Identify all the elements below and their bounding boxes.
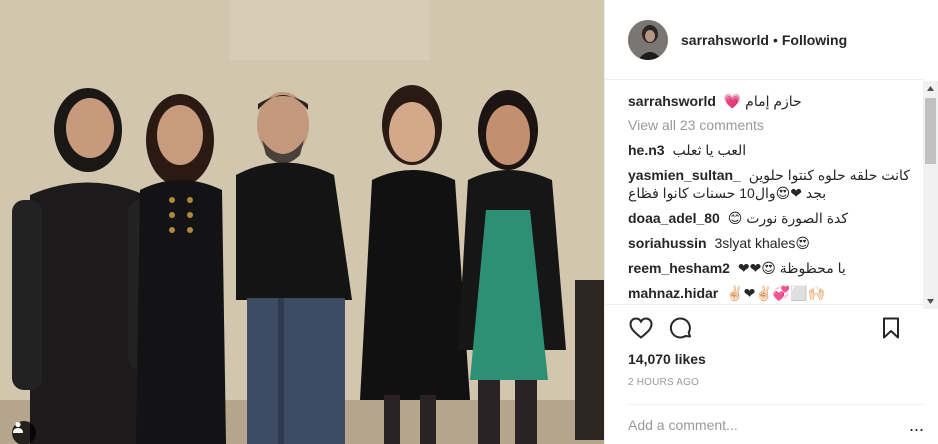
save-button[interactable] <box>878 315 904 341</box>
comment-item: yasmien_sultan_ كانت حلقه حلوه كنتوا حلو… <box>628 166 914 202</box>
comment-text: ✌🏻❤✌🏻💞⬜🙌🏻 <box>726 285 826 302</box>
instagram-post: sarrahsworld • Following sarrahsworld حازم… <box>0 0 938 444</box>
bookmark-icon <box>883 317 899 339</box>
add-comment-bar: ... <box>628 404 924 444</box>
person-icon <box>13 421 23 433</box>
comment-item: reem_hesham2 يا محظوظة 😍❤❤ <box>628 259 914 277</box>
arrow-up-icon <box>927 86 934 91</box>
comment-icon <box>669 317 691 339</box>
comment-item: doaa_adel_80 كدة الصورة نورت 😊 <box>628 209 914 227</box>
comments-scrollbar[interactable] <box>923 81 938 309</box>
arrow-down-icon <box>927 299 934 304</box>
like-button[interactable] <box>628 315 654 341</box>
comment-username[interactable]: yasmien_sultan_ <box>628 167 741 183</box>
comment-text: يا محظوظة 😍❤❤ <box>737 260 846 277</box>
post-photo[interactable] <box>0 0 604 444</box>
post-side-panel: sarrahsworld • Following sarrahsworld حازم… <box>604 0 938 444</box>
comment-text: العب يا ثعلب <box>672 142 747 159</box>
comment-text: 3slyat khales😍 <box>714 235 811 252</box>
comments-list: sarrahsworld حازم إمام 💗 View all 23 com… <box>605 80 938 303</box>
post-header: sarrahsworld • Following <box>605 0 924 81</box>
comment-username[interactable]: he.n3 <box>628 142 665 158</box>
post-timestamp[interactable]: 2 hours ago <box>605 371 938 397</box>
header-username[interactable]: sarrahsworld <box>681 32 769 48</box>
comment-button[interactable] <box>668 315 694 341</box>
more-options-icon[interactable]: ... <box>909 416 924 434</box>
caption-text: حازم إمام 💗 <box>723 93 802 110</box>
group-photo-illustration <box>0 0 604 444</box>
user-tag-button[interactable] <box>12 421 36 444</box>
follow-status-button[interactable]: Following <box>782 32 847 48</box>
comment-text: كدة الصورة نورت 😊 <box>727 210 849 227</box>
scroll-up-button[interactable] <box>923 81 938 96</box>
comment-username[interactable]: doaa_adel_80 <box>628 210 720 226</box>
comment-username[interactable]: mahnaz.hidar <box>628 285 718 301</box>
comment-input[interactable] <box>628 416 888 433</box>
comment-item: he.n3 العب يا ثعلب <box>628 141 914 159</box>
caption: sarrahsworld حازم إمام 💗 <box>628 92 914 110</box>
comment-item: mahnaz.hidar ✌🏻❤✌🏻💞⬜🙌🏻 <box>628 284 914 302</box>
heart-icon <box>629 317 653 339</box>
scroll-down-button[interactable] <box>923 294 938 309</box>
action-bar <box>605 303 924 351</box>
view-all-comments-link[interactable]: View all 23 comments <box>628 117 914 133</box>
header-text: sarrahsworld • Following <box>681 32 847 48</box>
avatar[interactable] <box>628 19 668 60</box>
comment-item: soriahussin 3slyat khales😍 <box>628 234 914 252</box>
avatar-image <box>628 19 668 60</box>
header-separator: • <box>772 31 778 48</box>
comment-username[interactable]: soriahussin <box>628 235 707 251</box>
scroll-thumb[interactable] <box>925 98 936 164</box>
caption-username[interactable]: sarrahsworld <box>628 93 716 109</box>
likes-count[interactable]: 14,070 likes <box>605 351 938 371</box>
comment-username[interactable]: reem_hesham2 <box>628 260 730 276</box>
